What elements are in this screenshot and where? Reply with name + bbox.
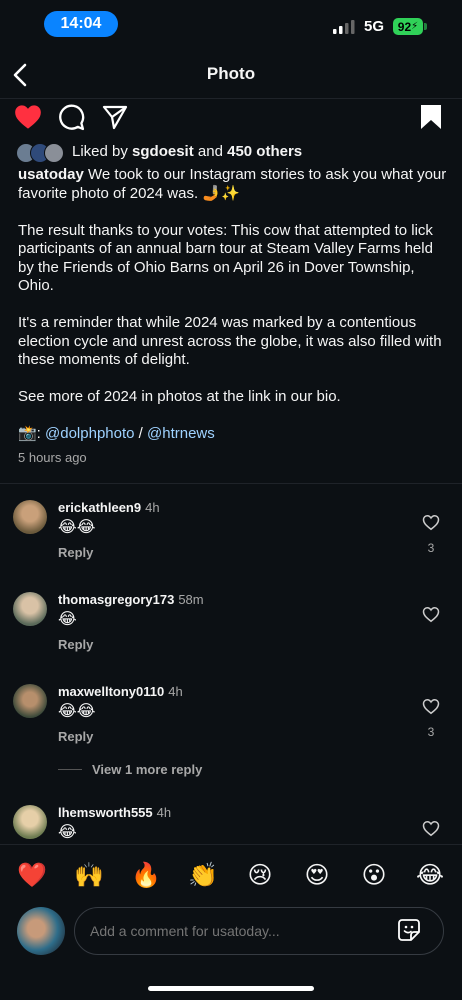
- comment-composer[interactable]: [74, 907, 444, 955]
- battery-tip: [424, 23, 427, 30]
- avatar[interactable]: [13, 684, 47, 718]
- comment-username[interactable]: erickathleen9 4h: [58, 500, 160, 515]
- sticker-icon[interactable]: [398, 919, 420, 941]
- credit-separator: /: [134, 425, 147, 442]
- divider: [0, 98, 462, 99]
- comment-text: 😂😂: [58, 519, 96, 536]
- post-timestamp: 5 hours ago: [18, 450, 87, 465]
- network-label: 5G: [364, 18, 385, 35]
- likes-middle: and: [193, 143, 228, 160]
- likes-count[interactable]: 450 others: [227, 143, 302, 160]
- avatar[interactable]: [13, 805, 47, 839]
- comment-username[interactable]: lhemsworth555 4h: [58, 805, 171, 820]
- comment-time: 4h: [156, 805, 172, 820]
- comment-icon[interactable]: [58, 104, 85, 131]
- comment-user-label[interactable]: lhemsworth555: [58, 805, 153, 820]
- my-avatar: [17, 907, 65, 955]
- comment-time: 4h: [168, 684, 183, 699]
- comment-like-icon[interactable]: [422, 514, 440, 531]
- share-icon[interactable]: [102, 104, 128, 130]
- emoji-reaction-bar: ❤️ 🙌 🔥 👏 😢 😍 😮 😂: [0, 844, 462, 907]
- signal-icon: [333, 20, 355, 34]
- emoji-raised-hands-button[interactable]: 🙌: [74, 861, 104, 890]
- emoji-cry-button[interactable]: 😢: [245, 861, 275, 890]
- reply-button[interactable]: Reply: [58, 729, 93, 744]
- emoji-heart-eyes-button[interactable]: 😍: [302, 861, 332, 890]
- avatar: [44, 143, 64, 163]
- comment-text: 😂: [58, 611, 77, 628]
- comment-user-label[interactable]: erickathleen9: [58, 500, 141, 515]
- divider: [0, 483, 462, 484]
- comment-like-count: 3: [427, 541, 435, 555]
- post-caption: usatoday We took to our Instagram storie…: [18, 166, 448, 462]
- view-more-line: [58, 769, 82, 770]
- comment-username[interactable]: thomasgregory173 58m: [58, 592, 204, 607]
- like-heart-icon[interactable]: [14, 104, 42, 130]
- bookmark-icon[interactable]: [420, 104, 442, 130]
- comment-time: 4h: [145, 500, 160, 515]
- liker-avatars: [16, 143, 68, 163]
- caption-username[interactable]: usatoday: [18, 166, 84, 183]
- comment-user-label[interactable]: maxwelltony0110: [58, 684, 164, 699]
- caption-para2: The result thanks to your votes: This co…: [18, 221, 433, 295]
- avatar[interactable]: [13, 592, 47, 626]
- caption-para3: It's a reminder that while 2024 was mark…: [18, 314, 442, 368]
- mention-link[interactable]: @htrnews: [147, 425, 215, 442]
- view-more-replies-button[interactable]: View 1 more reply: [92, 762, 202, 777]
- emoji-clap-button[interactable]: 👏: [188, 861, 218, 890]
- emoji-surprised-button[interactable]: 😮: [359, 861, 389, 890]
- mention-link[interactable]: @dolphphoto: [45, 425, 134, 442]
- comment-like-icon[interactable]: [422, 820, 440, 837]
- liker-username[interactable]: sgdoesit: [132, 143, 194, 160]
- emoji-laugh-button[interactable]: 😂: [415, 861, 445, 890]
- comment-time: 58m: [178, 592, 204, 607]
- caption-credits: 📸: @dolphphoto / @htrnews: [18, 425, 448, 444]
- likes-summary[interactable]: Liked by sgdoesit and 450 others: [72, 143, 302, 160]
- battery-level: 92: [397, 19, 412, 34]
- caption-para4: See more of 2024 in photos at the link i…: [18, 388, 341, 405]
- comment-like-count: 3: [427, 725, 435, 739]
- reply-button[interactable]: Reply: [58, 545, 93, 560]
- comment-like-icon[interactable]: [422, 698, 440, 715]
- comment-user-label[interactable]: thomasgregory173: [58, 592, 174, 607]
- comment-input[interactable]: [88, 922, 392, 940]
- emoji-heart-button[interactable]: ❤️: [17, 861, 47, 890]
- page-title: Photo: [206, 64, 256, 83]
- comment-text: 😂😂: [58, 703, 96, 720]
- home-indicator[interactable]: [148, 986, 314, 991]
- reply-button[interactable]: Reply: [58, 637, 93, 652]
- status-time: 14:04: [44, 11, 118, 37]
- comment-username[interactable]: maxwelltony0110 4h: [58, 684, 183, 699]
- avatar[interactable]: [13, 500, 47, 534]
- caption-intro: usatoday We took to our Instagram storie…: [18, 166, 448, 203]
- camera-emoji: 📸:: [18, 425, 46, 442]
- comment-like-icon[interactable]: [422, 606, 440, 623]
- emoji-fire-button[interactable]: 🔥: [131, 861, 161, 890]
- likes-prefix: Liked by: [72, 143, 133, 160]
- comment-text: 😂: [58, 824, 77, 841]
- battery-icon: 92 ⚡: [393, 18, 423, 35]
